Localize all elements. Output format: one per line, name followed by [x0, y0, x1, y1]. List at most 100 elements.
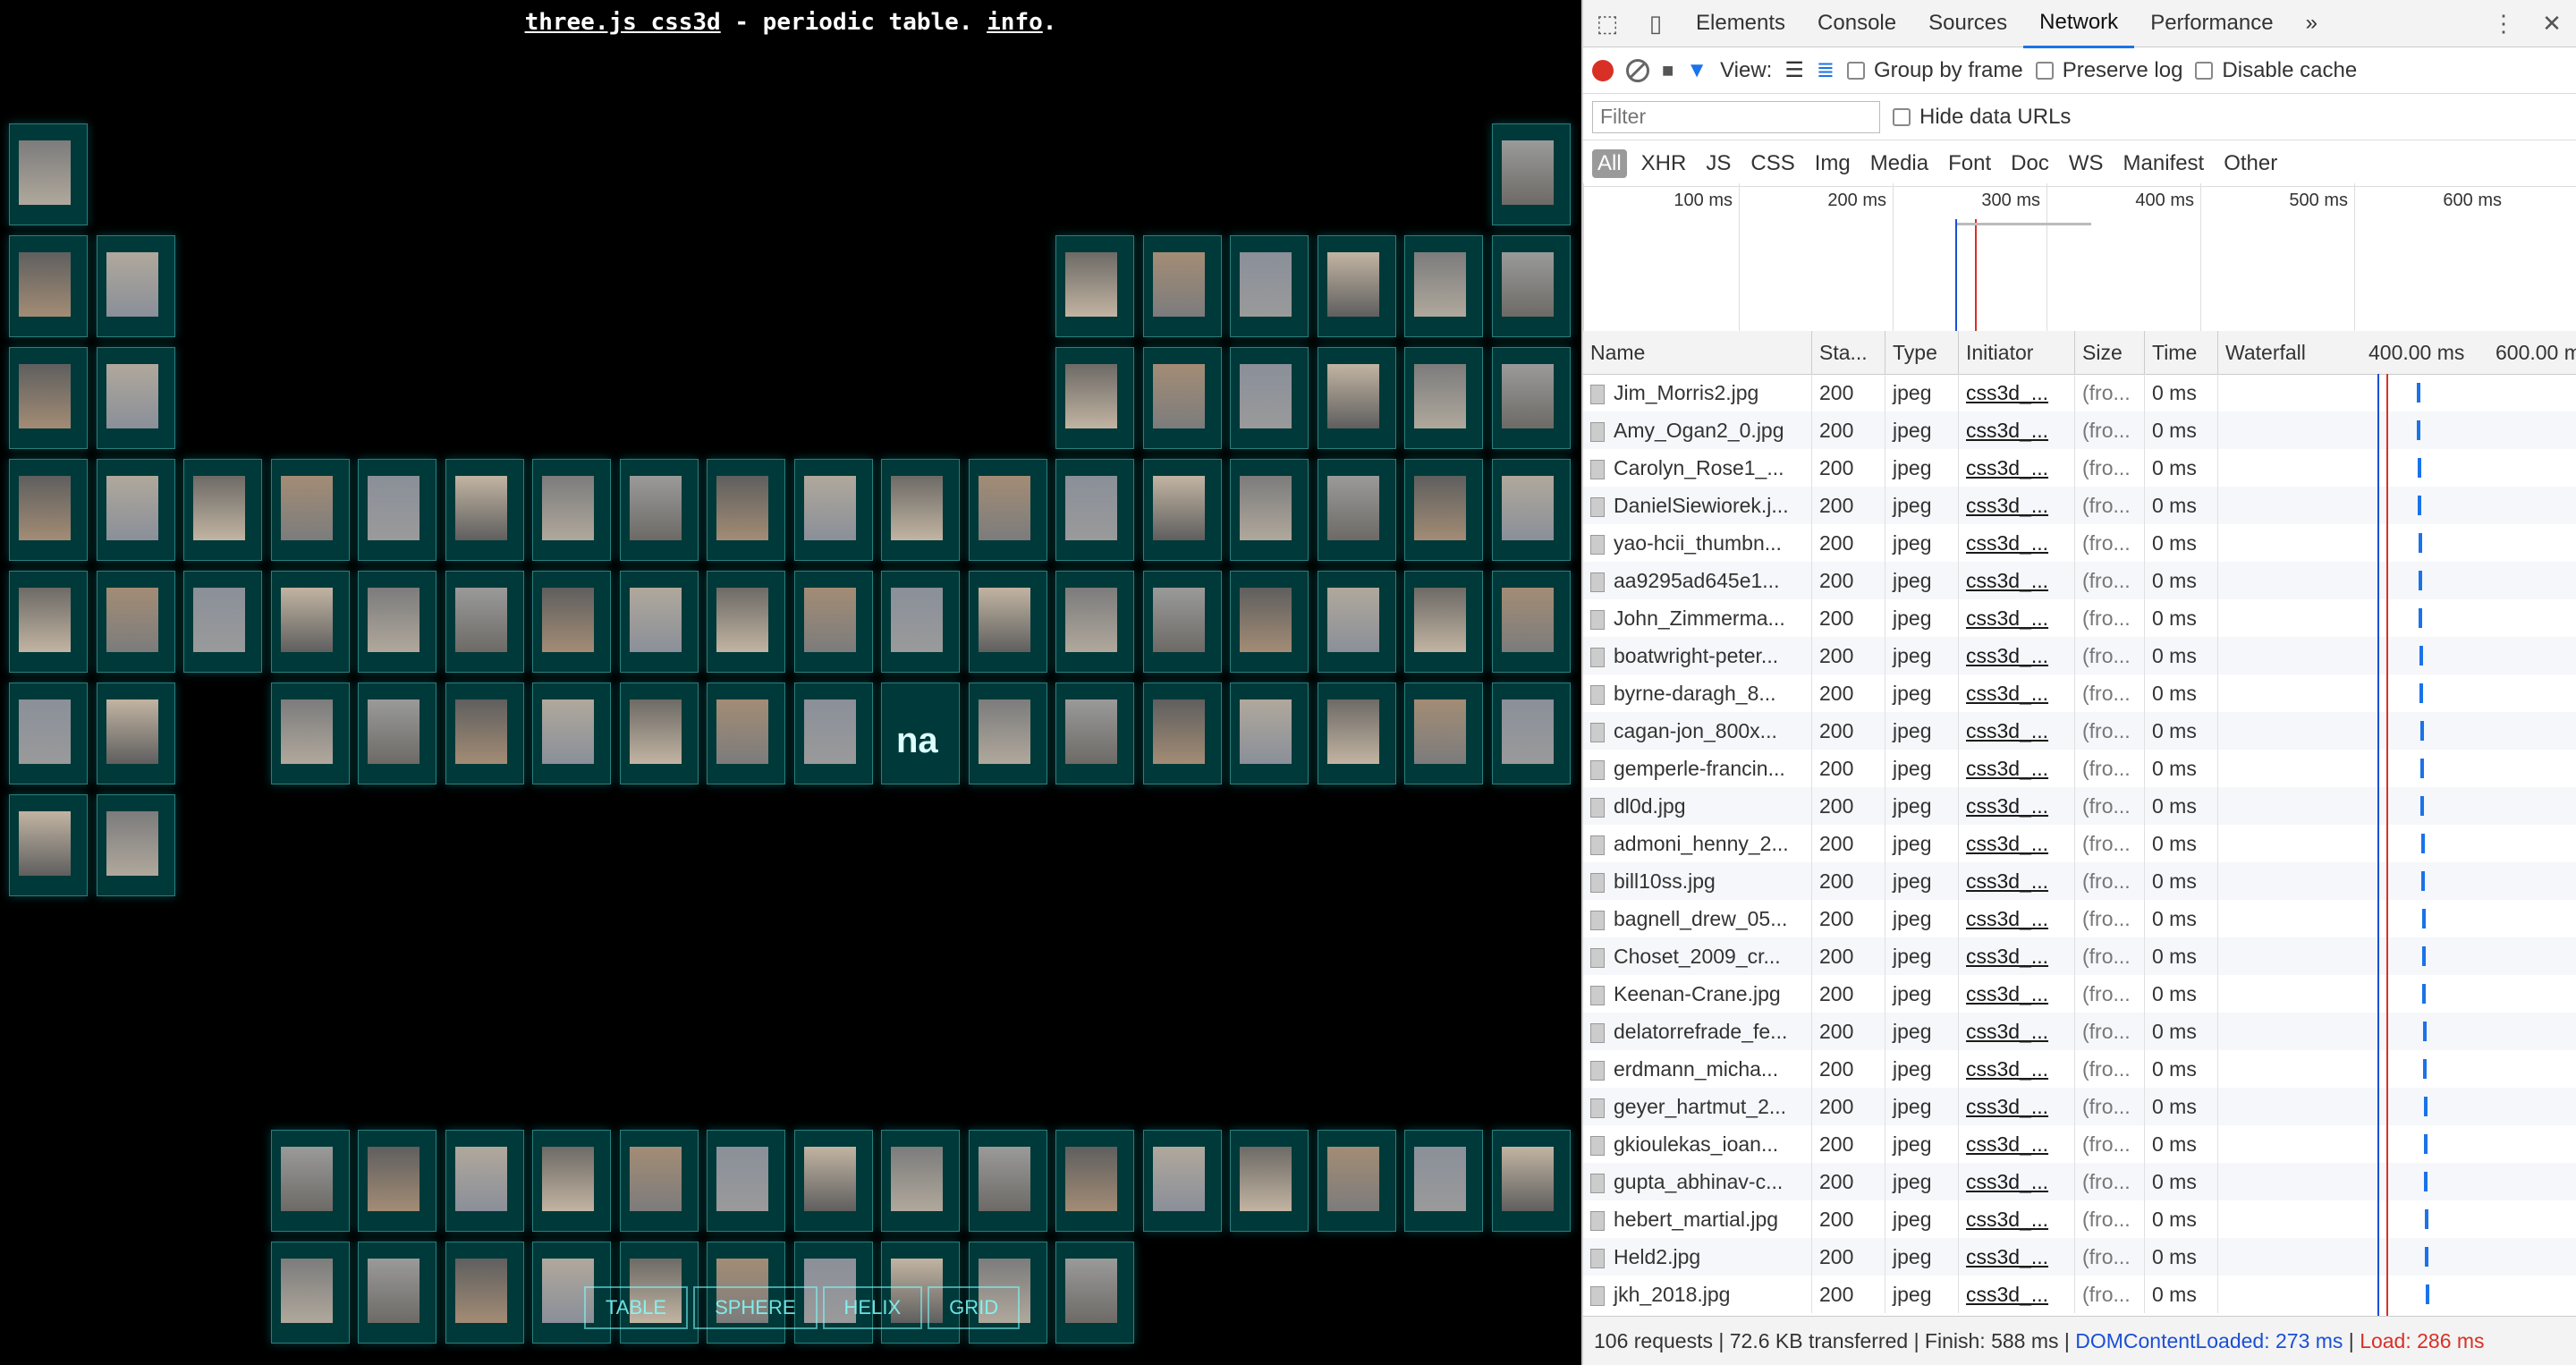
request-row[interactable]: jkh_2018.jpg 200 jpeg css3d_... (fro... 0 ms — [1583, 1276, 2576, 1313]
request-initiator[interactable]: css3d_... — [1959, 1200, 2075, 1238]
element-tile[interactable] — [96, 571, 175, 673]
element-tile[interactable] — [445, 459, 524, 561]
element-tile[interactable] — [445, 682, 524, 784]
type-xhr[interactable]: XHR — [1636, 149, 1692, 178]
request-initiator[interactable]: css3d_... — [1959, 1238, 2075, 1276]
col-size[interactable]: Size — [2075, 331, 2145, 374]
element-tile[interactable] — [707, 682, 785, 784]
element-tile[interactable] — [358, 571, 436, 673]
request-row[interactable]: Jim_Morris2.jpg 200 jpeg css3d_... (fro... 0 … — [1583, 374, 2576, 411]
element-tile[interactable] — [96, 682, 175, 784]
clear-icon[interactable] — [1626, 58, 1649, 82]
element-tile[interactable] — [1491, 347, 1571, 449]
element-tile[interactable] — [1230, 682, 1309, 784]
element-tile[interactable] — [881, 459, 960, 561]
hide-data-urls-checkbox[interactable] — [1893, 108, 1911, 127]
element-tile[interactable] — [445, 1130, 524, 1232]
request-initiator[interactable]: css3d_... — [1959, 750, 2075, 787]
element-tile[interactable] — [183, 571, 262, 673]
element-tile[interactable] — [1491, 682, 1571, 784]
type-other[interactable]: Other — [2218, 149, 2283, 178]
element-tile[interactable] — [1317, 682, 1396, 784]
request-initiator[interactable]: css3d_... — [1959, 524, 2075, 562]
type-doc[interactable]: Doc — [2005, 149, 2055, 178]
request-row[interactable]: Carolyn_Rose1_... 200 jpeg css3d_... (fro...… — [1583, 449, 2576, 487]
element-tile[interactable] — [9, 682, 88, 784]
element-tile[interactable] — [1491, 459, 1571, 561]
filter-input[interactable] — [1592, 100, 1880, 133]
disable-cache-toggle[interactable]: Disable cache — [2195, 58, 2357, 83]
request-initiator[interactable]: css3d_... — [1959, 1163, 2075, 1200]
element-tile[interactable] — [1055, 459, 1134, 561]
element-tile[interactable] — [793, 459, 873, 561]
request-row[interactable]: admoni_henny_2... 200 jpeg css3d_... (fro...… — [1583, 825, 2576, 862]
element-tile[interactable] — [532, 571, 611, 673]
request-initiator[interactable]: css3d_... — [1959, 449, 2075, 487]
element-tile[interactable] — [1491, 123, 1571, 225]
element-tile[interactable] — [1317, 459, 1396, 561]
info-link[interactable]: info — [987, 9, 1043, 36]
request-initiator[interactable]: css3d_... — [1959, 1125, 2075, 1163]
element-tile[interactable] — [96, 794, 175, 896]
more-tabs-icon[interactable]: » — [2290, 0, 2334, 47]
request-row[interactable]: Amy_Ogan2_0.jpg 200 jpeg css3d_... (fro... 0 … — [1583, 411, 2576, 449]
preserve-log-toggle[interactable]: Preserve log — [2035, 58, 2182, 83]
request-row[interactable]: gemperle-francin... 200 jpeg css3d_... (fro.… — [1583, 750, 2576, 787]
large-rows-icon[interactable]: ☰ — [1784, 57, 1804, 83]
element-tile[interactable] — [270, 571, 350, 673]
device-toolbar-icon[interactable]: ▯ — [1631, 10, 1680, 38]
request-initiator[interactable]: css3d_... — [1959, 1050, 2075, 1088]
request-row[interactable]: delatorrefrade_fe... 200 jpeg css3d_... (fro… — [1583, 1013, 2576, 1050]
element-tile[interactable] — [1404, 347, 1483, 449]
threejs-link[interactable]: three.js css3d — [525, 9, 721, 36]
waterfall-view-icon[interactable]: ≣ — [1817, 57, 1835, 83]
disable-cache-checkbox[interactable] — [2195, 62, 2214, 81]
request-initiator[interactable]: css3d_... — [1959, 411, 2075, 449]
element-tile[interactable] — [707, 1130, 785, 1232]
element-tile[interactable] — [1055, 347, 1134, 449]
preserve-log-checkbox[interactable] — [2035, 62, 2054, 81]
request-initiator[interactable]: css3d_... — [1959, 1088, 2075, 1125]
request-row[interactable]: boatwright-peter... 200 jpeg css3d_... (fro.… — [1583, 637, 2576, 674]
element-tile[interactable] — [1230, 459, 1309, 561]
element-tile[interactable] — [358, 1242, 436, 1344]
tab-sources[interactable]: Sources — [1912, 0, 2023, 47]
kebab-menu-icon[interactable]: ⋮ — [2479, 10, 2528, 38]
group-by-frame-toggle[interactable]: Group by frame — [1846, 58, 2023, 83]
tab-network[interactable]: Network — [2023, 0, 2135, 48]
timeline-overview[interactable]: 100 ms 200 ms 300 ms 400 ms 500 ms 600 m… — [1583, 183, 2576, 332]
helix-button[interactable]: HELIX — [822, 1286, 923, 1329]
element-tile[interactable] — [96, 459, 175, 561]
element-tile[interactable] — [445, 1242, 524, 1344]
element-tile[interactable] — [1404, 459, 1483, 561]
inspect-element-icon[interactable]: ⬚ — [1583, 10, 1631, 38]
element-tile[interactable] — [1142, 571, 1222, 673]
element-tile[interactable] — [881, 571, 960, 673]
element-tile[interactable] — [968, 682, 1047, 784]
table-button[interactable]: TABLE — [584, 1286, 689, 1329]
request-row[interactable]: Keenan-Crane.jpg 200 jpeg css3d_... (fro... 0… — [1583, 975, 2576, 1013]
element-tile[interactable] — [1491, 235, 1571, 337]
request-row[interactable]: gupta_abhinav-c... 200 jpeg css3d_... (fro..… — [1583, 1163, 2576, 1200]
element-tile[interactable] — [532, 1130, 611, 1232]
request-row[interactable]: Choset_2009_cr... 200 jpeg css3d_... (fro...… — [1583, 937, 2576, 975]
element-tile[interactable] — [881, 1130, 960, 1232]
element-tile[interactable] — [9, 235, 88, 337]
element-tile[interactable] — [9, 794, 88, 896]
element-tile[interactable] — [358, 1130, 436, 1232]
tab-console[interactable]: Console — [1801, 0, 1912, 47]
element-tile[interactable] — [1230, 571, 1309, 673]
element-tile[interactable] — [1055, 682, 1134, 784]
request-initiator[interactable]: css3d_... — [1959, 599, 2075, 637]
element-tile[interactable] — [9, 459, 88, 561]
col-name[interactable]: Name — [1583, 331, 1812, 374]
close-icon[interactable]: ✕ — [2528, 10, 2576, 38]
hide-data-urls-toggle[interactable]: Hide data URLs — [1893, 105, 2071, 130]
request-initiator[interactable]: css3d_... — [1959, 1276, 2075, 1313]
sphere-button[interactable]: SPHERE — [693, 1286, 818, 1329]
element-tile[interactable] — [183, 459, 262, 561]
request-row[interactable]: geyer_hartmut_2... 200 jpeg css3d_... (fro..… — [1583, 1088, 2576, 1125]
element-tile[interactable] — [1142, 459, 1222, 561]
col-type[interactable]: Type — [1885, 331, 1959, 374]
request-row[interactable]: bill10ss.jpg 200 jpeg css3d_... (fro... 0 ms — [1583, 862, 2576, 900]
